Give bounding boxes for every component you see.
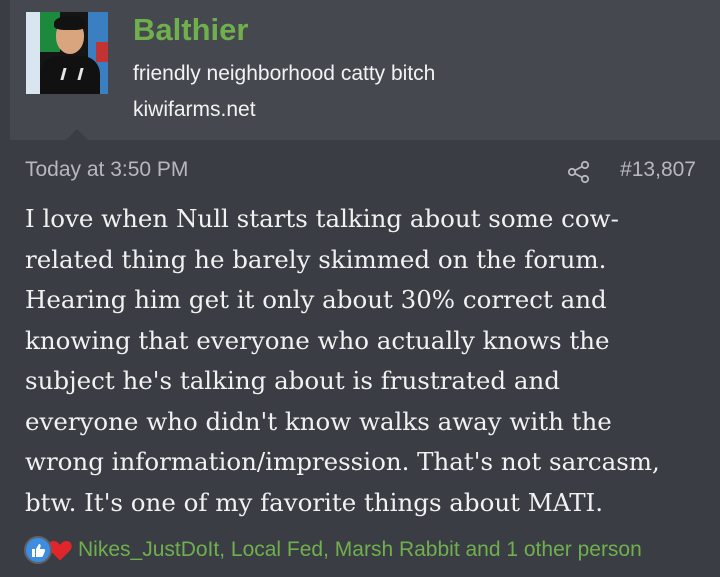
post-body-line: everyone who didn't know walks away with… [25, 406, 612, 436]
post-body-line: subject he's talking about is frustrated… [25, 366, 560, 395]
header-pointer [65, 129, 89, 141]
post-body: I love when Null starts talking about so… [25, 199, 705, 523]
user-header: Balthier friendly neighborhood catty bit… [10, 0, 720, 141]
post-body-line: related thing he barely skimmed on the f… [25, 244, 607, 274]
post-date[interactable]: Today at 3:50 PM [25, 158, 188, 182]
post-body-line: I love when Null starts talking about so… [25, 204, 619, 233]
avatar-background [26, 12, 40, 94]
post-body-line: Hearing him get it only about 30% correc… [25, 285, 607, 314]
user-site: kiwifarms.net [133, 98, 256, 121]
post-number[interactable]: #13,807 [620, 158, 696, 182]
like-icon[interactable] [24, 536, 52, 564]
reactions-bar: Nikes_JustDoIt, Local Fed, Marsh Rabbit … [24, 535, 642, 565]
post-body-line: btw. It's one of my favorite things abou… [25, 487, 603, 517]
post-body-line: wrong information/impression. That's not… [25, 447, 660, 476]
user-title: friendly neighborhood catty bitch [133, 62, 436, 85]
username[interactable]: Balthier [133, 12, 248, 48]
avatar[interactable] [26, 12, 108, 94]
reaction-users-link[interactable]: Nikes_JustDoIt, Local Fed, Marsh Rabbit … [78, 538, 642, 562]
share-icon[interactable] [567, 160, 591, 184]
post-body-line: knowing that everyone who actually knows… [25, 325, 610, 355]
